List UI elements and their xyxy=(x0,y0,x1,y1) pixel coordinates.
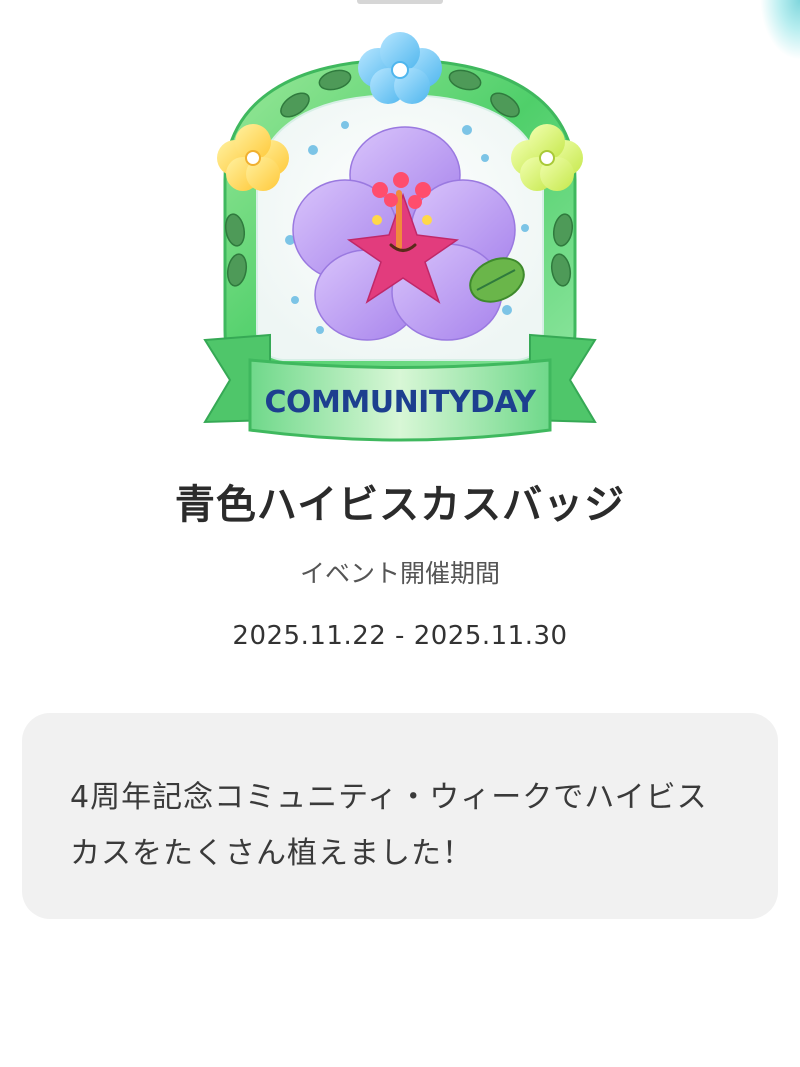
event-period-label: イベント開催期間 xyxy=(299,559,500,588)
badge-description: 4周年記念コミュニティ・ウィークでハイビスカスをたくさん植えました！ xyxy=(70,780,708,871)
badge-image: COMMUNITYDAY xyxy=(195,30,605,460)
event-period-dates: 2025.11.22 - 2025.11.30 xyxy=(232,621,568,651)
sheet-drag-handle[interactable] xyxy=(357,0,443,4)
badge-banner-text: COMMUNITYDAY xyxy=(264,385,537,420)
badge-description-card: 4周年記念コミュニティ・ウィークでハイビスカスをたくさん植えました！ xyxy=(22,713,778,919)
badge-detail-screen: COMMUNITYDAY 青色ハイビスカスバッジ イベント開催期間 2025.1… xyxy=(0,0,800,1067)
blue-hibiscus-badge-icon: COMMUNITYDAY xyxy=(203,32,597,442)
corner-decoration xyxy=(760,0,800,60)
badge-title: 青色ハイビスカスバッジ xyxy=(174,482,626,528)
